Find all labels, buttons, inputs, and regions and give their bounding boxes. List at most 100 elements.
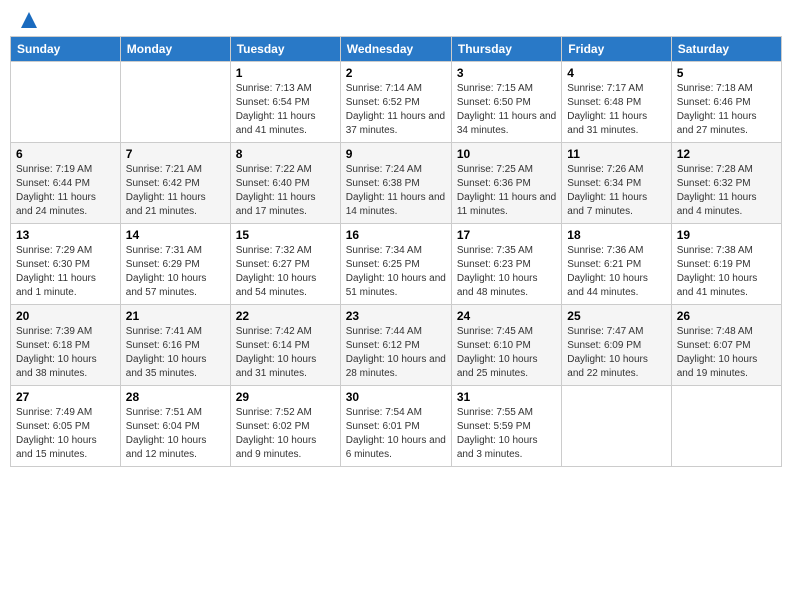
day-details: Sunrise: 7:44 AMSunset: 6:12 PMDaylight:… — [346, 325, 446, 381]
calendar-cell — [11, 62, 121, 143]
calendar-cell: 8 Sunrise: 7:22 AMSunset: 6:40 PMDaylight… — [230, 143, 340, 224]
col-header-sunday: Sunday — [11, 37, 121, 62]
day-details: Sunrise: 7:41 AMSunset: 6:16 PMDaylight:… — [126, 325, 225, 381]
day-details: Sunrise: 7:55 AMSunset: 5:59 PMDaylight:… — [457, 406, 556, 462]
day-details: Sunrise: 7:31 AMSunset: 6:29 PMDaylight:… — [126, 244, 225, 300]
day-number: 26 — [677, 309, 776, 323]
day-number: 19 — [677, 228, 776, 242]
calendar-cell: 1 Sunrise: 7:13 AMSunset: 6:54 PMDaylight… — [230, 62, 340, 143]
day-details: Sunrise: 7:18 AMSunset: 6:46 PMDaylight:… — [677, 82, 776, 138]
day-details: Sunrise: 7:19 AMSunset: 6:44 PMDaylight:… — [16, 163, 115, 219]
header-row: SundayMondayTuesdayWednesdayThursdayFrid… — [11, 37, 782, 62]
day-details: Sunrise: 7:34 AMSunset: 6:25 PMDaylight:… — [346, 244, 446, 300]
day-number: 18 — [567, 228, 665, 242]
day-number: 31 — [457, 390, 556, 404]
calendar-cell: 18Sunrise: 7:36 AMSunset: 6:21 PMDayligh… — [562, 224, 671, 305]
logo — [18, 14, 39, 26]
col-header-wednesday: Wednesday — [340, 37, 451, 62]
day-number: 1 — [236, 66, 335, 80]
day-number: 20 — [16, 309, 115, 323]
logo-arrow-icon — [19, 10, 39, 30]
calendar-cell: 10 Sunrise: 7:25 AMSunset: 6:36 PMDayligh… — [451, 143, 561, 224]
day-number: 5 — [677, 66, 776, 80]
day-details: Sunrise: 7:21 AMSunset: 6:42 PMDaylight:… — [126, 163, 225, 219]
day-number: 21 — [126, 309, 225, 323]
day-number: 6 — [16, 147, 115, 161]
calendar-cell: 3 Sunrise: 7:15 AMSunset: 6:50 PMDaylight… — [451, 62, 561, 143]
day-number: 25 — [567, 309, 665, 323]
calendar-cell — [120, 62, 230, 143]
calendar-cell: 30Sunrise: 7:54 AMSunset: 6:01 PMDayligh… — [340, 386, 451, 467]
week-row-3: 13 Sunrise: 7:29 AMSunset: 6:30 PMDayligh… — [11, 224, 782, 305]
day-number: 29 — [236, 390, 335, 404]
calendar-table: SundayMondayTuesdayWednesdayThursdayFrid… — [10, 36, 782, 467]
calendar-cell: 6 Sunrise: 7:19 AMSunset: 6:44 PMDaylight… — [11, 143, 121, 224]
day-number: 10 — [457, 147, 556, 161]
col-header-monday: Monday — [120, 37, 230, 62]
day-details: Sunrise: 7:38 AMSunset: 6:19 PMDaylight:… — [677, 244, 776, 300]
calendar-cell: 4 Sunrise: 7:17 AMSunset: 6:48 PMDaylight… — [562, 62, 671, 143]
calendar-cell: 20 Sunrise: 7:39 AMSunset: 6:18 PMDayligh… — [11, 305, 121, 386]
day-number: 9 — [346, 147, 446, 161]
day-number: 13 — [16, 228, 115, 242]
day-number: 4 — [567, 66, 665, 80]
day-details: Sunrise: 7:25 AMSunset: 6:36 PMDaylight:… — [457, 163, 556, 219]
day-number: 16 — [346, 228, 446, 242]
day-number: 3 — [457, 66, 556, 80]
day-details: Sunrise: 7:47 AMSunset: 6:09 PMDaylight:… — [567, 325, 665, 381]
day-number: 8 — [236, 147, 335, 161]
calendar-cell — [671, 386, 781, 467]
calendar-cell: 9 Sunrise: 7:24 AMSunset: 6:38 PMDaylight… — [340, 143, 451, 224]
day-details: Sunrise: 7:22 AMSunset: 6:40 PMDaylight:… — [236, 163, 335, 219]
day-details: Sunrise: 7:15 AMSunset: 6:50 PMDaylight:… — [457, 82, 556, 138]
day-details: Sunrise: 7:26 AMSunset: 6:34 PMDaylight:… — [567, 163, 665, 219]
calendar-cell: 29Sunrise: 7:52 AMSunset: 6:02 PMDayligh… — [230, 386, 340, 467]
calendar-cell — [562, 386, 671, 467]
calendar-cell: 22 Sunrise: 7:42 AMSunset: 6:14 PMDayligh… — [230, 305, 340, 386]
day-details: Sunrise: 7:29 AMSunset: 6:30 PMDaylight:… — [16, 244, 115, 300]
week-row-4: 20 Sunrise: 7:39 AMSunset: 6:18 PMDayligh… — [11, 305, 782, 386]
calendar-cell: 19 Sunrise: 7:38 AMSunset: 6:19 PMDayligh… — [671, 224, 781, 305]
day-details: Sunrise: 7:45 AMSunset: 6:10 PMDaylight:… — [457, 325, 556, 381]
day-details: Sunrise: 7:42 AMSunset: 6:14 PMDaylight:… — [236, 325, 335, 381]
day-number: 12 — [677, 147, 776, 161]
calendar-cell: 11 Sunrise: 7:26 AMSunset: 6:34 PMDayligh… — [562, 143, 671, 224]
day-details: Sunrise: 7:24 AMSunset: 6:38 PMDaylight:… — [346, 163, 446, 219]
calendar-cell: 27 Sunrise: 7:49 AMSunset: 6:05 PMDayligh… — [11, 386, 121, 467]
calendar-cell: 26 Sunrise: 7:48 AMSunset: 6:07 PMDayligh… — [671, 305, 781, 386]
calendar-cell: 12Sunrise: 7:28 AMSunset: 6:32 PMDayligh… — [671, 143, 781, 224]
week-row-5: 27 Sunrise: 7:49 AMSunset: 6:05 PMDayligh… — [11, 386, 782, 467]
day-details: Sunrise: 7:32 AMSunset: 6:27 PMDaylight:… — [236, 244, 335, 300]
day-number: 22 — [236, 309, 335, 323]
calendar-cell: 21 Sunrise: 7:41 AMSunset: 6:16 PMDayligh… — [120, 305, 230, 386]
calendar-cell: 2 Sunrise: 7:14 AMSunset: 6:52 PMDaylight… — [340, 62, 451, 143]
day-number: 11 — [567, 147, 665, 161]
day-number: 27 — [16, 390, 115, 404]
page-header — [10, 10, 782, 30]
calendar-cell: 23 Sunrise: 7:44 AMSunset: 6:12 PMDayligh… — [340, 305, 451, 386]
calendar-cell: 13 Sunrise: 7:29 AMSunset: 6:30 PMDayligh… — [11, 224, 121, 305]
day-number: 15 — [236, 228, 335, 242]
day-details: Sunrise: 7:17 AMSunset: 6:48 PMDaylight:… — [567, 82, 665, 138]
day-details: Sunrise: 7:14 AMSunset: 6:52 PMDaylight:… — [346, 82, 446, 138]
day-number: 14 — [126, 228, 225, 242]
calendar-cell: 25 Sunrise: 7:47 AMSunset: 6:09 PMDayligh… — [562, 305, 671, 386]
day-details: Sunrise: 7:51 AMSunset: 6:04 PMDaylight:… — [126, 406, 225, 462]
day-number: 7 — [126, 147, 225, 161]
calendar-cell: 5 Sunrise: 7:18 AMSunset: 6:46 PMDaylight… — [671, 62, 781, 143]
day-number: 17 — [457, 228, 556, 242]
calendar-cell: 14 Sunrise: 7:31 AMSunset: 6:29 PMDayligh… — [120, 224, 230, 305]
day-number: 2 — [346, 66, 446, 80]
day-details: Sunrise: 7:39 AMSunset: 6:18 PMDaylight:… — [16, 325, 115, 381]
week-row-1: 1 Sunrise: 7:13 AMSunset: 6:54 PMDaylight… — [11, 62, 782, 143]
col-header-tuesday: Tuesday — [230, 37, 340, 62]
week-row-2: 6 Sunrise: 7:19 AMSunset: 6:44 PMDaylight… — [11, 143, 782, 224]
day-details: Sunrise: 7:48 AMSunset: 6:07 PMDaylight:… — [677, 325, 776, 381]
day-details: Sunrise: 7:13 AMSunset: 6:54 PMDaylight:… — [236, 82, 335, 138]
day-number: 23 — [346, 309, 446, 323]
day-number: 24 — [457, 309, 556, 323]
calendar-cell: 31 Sunrise: 7:55 AMSunset: 5:59 PMDayligh… — [451, 386, 561, 467]
col-header-thursday: Thursday — [451, 37, 561, 62]
day-details: Sunrise: 7:49 AMSunset: 6:05 PMDaylight:… — [16, 406, 115, 462]
day-number: 28 — [126, 390, 225, 404]
